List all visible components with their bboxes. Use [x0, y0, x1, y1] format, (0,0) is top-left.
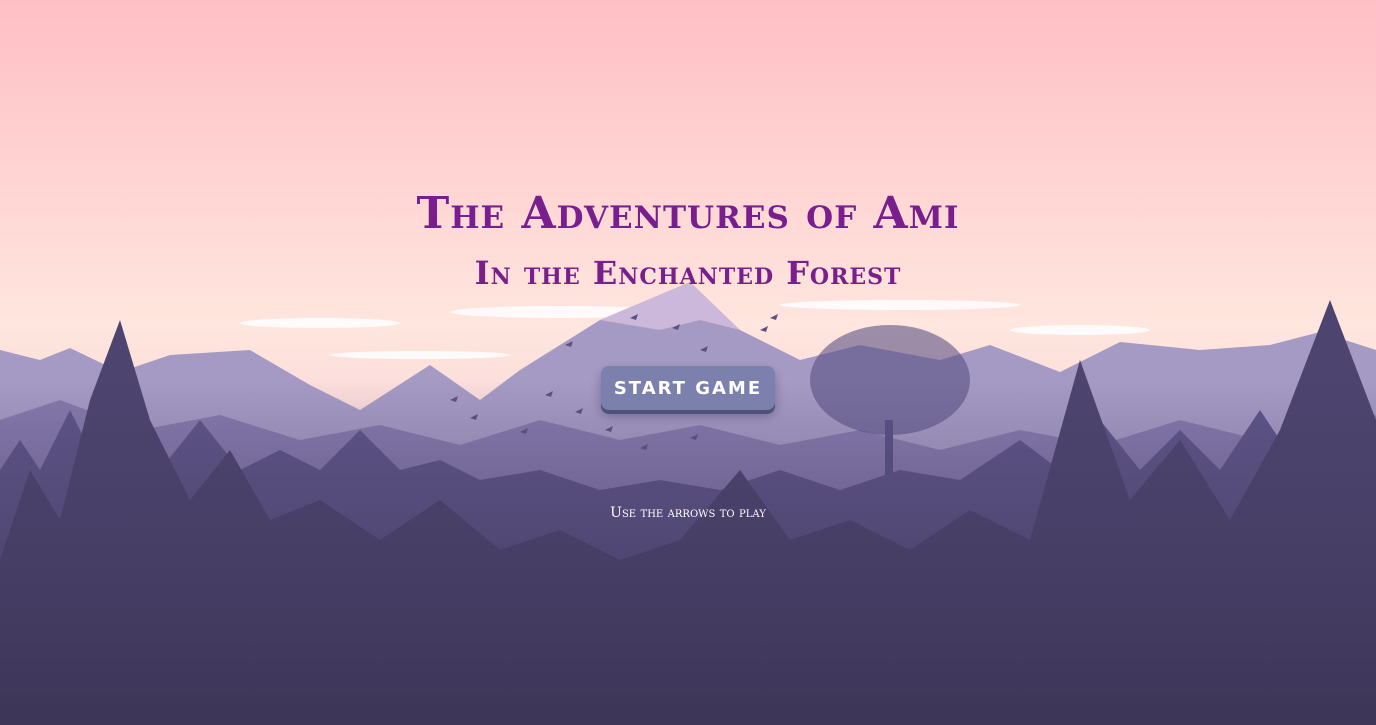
game-subtitle: In the Enchanted Forest [474, 254, 902, 292]
controls-hint: Use the arrows to play [610, 505, 766, 521]
start-game-button[interactable]: START GAME [601, 366, 775, 410]
game-title: The Adventures of Ami [416, 188, 960, 239]
forest-background [0, 0, 1376, 725]
